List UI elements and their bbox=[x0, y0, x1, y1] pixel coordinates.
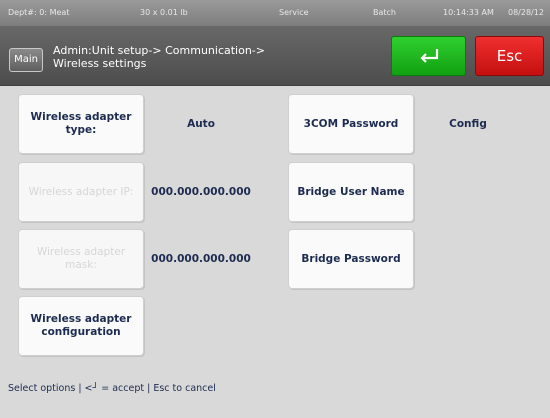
batch-indicator: Batch bbox=[373, 8, 396, 17]
breadcrumb-path: Admin:Unit setup-> Communication-> bbox=[53, 44, 265, 57]
page-title: Wireless settings bbox=[53, 57, 147, 70]
enter-arrow-icon bbox=[420, 49, 439, 63]
bridge-user-name-button[interactable]: Bridge User Name bbox=[288, 162, 414, 222]
dept-indicator: Dept#: 0: Meat bbox=[8, 8, 70, 17]
status-bar: Dept#: 0: Meat 30 x 0.01 lb Service Batc… bbox=[0, 0, 550, 26]
three-com-password-button[interactable]: 3COM Password bbox=[288, 94, 414, 154]
escape-button[interactable]: Esc bbox=[475, 36, 544, 76]
time-indicator: 10:14:33 AM bbox=[443, 8, 494, 17]
bridge-password-button[interactable]: Bridge Password bbox=[288, 229, 414, 289]
mode-indicator: Service bbox=[279, 8, 309, 17]
wireless-adapter-type-button[interactable]: Wireless adapter type: bbox=[18, 94, 144, 154]
footer-hint: Select options | <┘ = accept | Esc to ca… bbox=[8, 383, 216, 394]
wireless-adapter-type-value: Auto bbox=[187, 118, 215, 130]
date-indicator: 08/28/12 bbox=[508, 8, 544, 17]
wireless-adapter-mask-value: 000.000.000.000 bbox=[151, 253, 251, 265]
breadcrumb: Admin:Unit setup-> Communication-> Wirel… bbox=[53, 44, 353, 70]
wireless-adapter-ip-value: 000.000.000.000 bbox=[151, 186, 251, 198]
main-button[interactable]: Main bbox=[9, 48, 43, 72]
wireless-adapter-config-button[interactable]: Wireless adapter configuration bbox=[18, 296, 144, 356]
accept-button[interactable] bbox=[391, 36, 466, 76]
weight-indicator: 30 x 0.01 lb bbox=[140, 8, 188, 17]
wireless-adapter-mask-button[interactable]: Wireless adapter mask: bbox=[18, 229, 144, 289]
three-com-password-value: Config bbox=[449, 118, 487, 130]
wireless-adapter-ip-button[interactable]: Wireless adapter IP: bbox=[18, 162, 144, 222]
header: Main Admin:Unit setup-> Communication-> … bbox=[0, 26, 550, 86]
